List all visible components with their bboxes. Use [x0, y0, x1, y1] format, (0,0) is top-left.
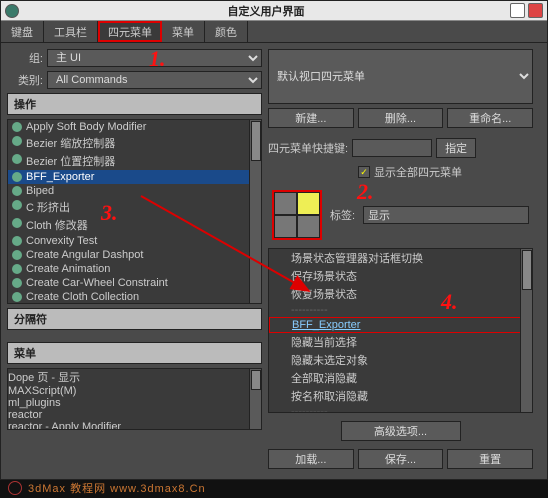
- actions-list[interactable]: Apply Soft Body Modifier Bezier 缩放控制器 Be…: [7, 119, 262, 304]
- rename-button[interactable]: 重命名...: [447, 108, 533, 128]
- tree-item[interactable]: 全部取消隐藏: [269, 369, 532, 387]
- menu-header: 菜单: [7, 342, 262, 364]
- list-item[interactable]: C 形挤出: [8, 198, 261, 216]
- list-item[interactable]: Biped: [8, 184, 261, 198]
- separator-header: 分隔符: [7, 308, 262, 330]
- list-item[interactable]: Create Car-Wheel Constraint: [8, 276, 261, 290]
- scrollbar[interactable]: [520, 249, 532, 412]
- menu-list[interactable]: Dope 页 - 显示 MAXScript(M) ml_plugins reac…: [7, 368, 262, 430]
- tab-bar: 键盘 工具栏 四元菜单 菜单 颜色: [1, 21, 547, 43]
- hotkey-label: 四元菜单快捷键:: [268, 140, 348, 156]
- tab-keyboard[interactable]: 键盘: [1, 21, 44, 42]
- list-item[interactable]: Convexity Test: [8, 234, 261, 248]
- list-item[interactable]: Create Cloth Collection: [8, 290, 261, 304]
- tree-item[interactable]: 隐藏未选定对象: [269, 351, 532, 369]
- tab-toolbar[interactable]: 工具栏: [44, 21, 98, 42]
- tree-item[interactable]: 保存场景状态: [269, 267, 532, 285]
- quad-tl[interactable]: [274, 192, 297, 215]
- group-label: 组:: [7, 50, 43, 66]
- tab-menu[interactable]: 菜单: [162, 21, 205, 42]
- tag-input[interactable]: [363, 206, 529, 224]
- tree-item[interactable]: 按名称取消隐藏: [269, 387, 532, 405]
- scrollbar[interactable]: [249, 369, 261, 429]
- list-item-selected[interactable]: BFF_Exporter: [8, 170, 261, 184]
- list-item[interactable]: Apply Soft Body Modifier: [8, 120, 261, 134]
- list-item[interactable]: reactor - Apply Modifier: [8, 421, 261, 430]
- close-button[interactable]: [528, 3, 543, 18]
- quad-bl[interactable]: [274, 215, 297, 238]
- category-select[interactable]: All Commands: [47, 71, 262, 89]
- hotkey-input[interactable]: [352, 139, 432, 157]
- new-button[interactable]: 新建...: [268, 108, 354, 128]
- list-item[interactable]: Create Animation: [8, 262, 261, 276]
- footer: 3dMax 教程网 www.3dmax8.Cn: [0, 478, 548, 498]
- list-item[interactable]: Cloth 修改器: [8, 216, 261, 234]
- minimize-button[interactable]: [510, 3, 525, 18]
- tree-item[interactable]: 场景状态管理器对话框切换: [269, 249, 532, 267]
- show-all-label: 显示全部四元菜单: [374, 164, 462, 180]
- delete-button[interactable]: 删除...: [358, 108, 444, 128]
- assign-button[interactable]: 指定: [436, 138, 476, 158]
- actions-header: 操作: [7, 93, 262, 115]
- show-all-checkbox[interactable]: ✓: [358, 166, 370, 178]
- quad-br[interactable]: [297, 215, 320, 238]
- list-item[interactable]: MAXScript(M): [8, 385, 261, 397]
- window-title: 自定义用户界面: [25, 3, 507, 19]
- load-button[interactable]: 加载...: [268, 449, 354, 469]
- tree-item[interactable]: 隐藏当前选择: [269, 333, 532, 351]
- tree-item-selected[interactable]: BFF_Exporter: [269, 317, 532, 333]
- quad-selector[interactable]: [272, 190, 322, 240]
- reset-button[interactable]: 重置: [447, 449, 533, 469]
- app-icon: [5, 4, 19, 18]
- tag-label: 标签:: [330, 207, 355, 223]
- footer-text: 3dMax 教程网 www.3dmax8.Cn: [28, 480, 206, 496]
- list-item[interactable]: Bezier 位置控制器: [8, 152, 261, 170]
- tab-colors[interactable]: 颜色: [205, 21, 248, 42]
- tree-separator: ----------: [269, 405, 532, 413]
- save-button[interactable]: 保存...: [358, 449, 444, 469]
- list-item[interactable]: reactor: [8, 409, 261, 421]
- quad-menu-select[interactable]: 默认视口四元菜单: [268, 49, 533, 104]
- quad-tr[interactable]: [297, 192, 320, 215]
- advanced-button[interactable]: 高级选项...: [341, 421, 461, 441]
- tree-item[interactable]: 恢复场景状态: [269, 285, 532, 303]
- list-item[interactable]: ml_plugins: [8, 397, 261, 409]
- list-item[interactable]: Bezier 缩放控制器: [8, 134, 261, 152]
- list-item[interactable]: Create Angular Dashpot: [8, 248, 261, 262]
- titlebar: 自定义用户界面: [1, 1, 547, 21]
- quad-items-tree[interactable]: 场景状态管理器对话框切换 保存场景状态 恢复场景状态 ---------- BF…: [268, 248, 533, 413]
- scrollbar[interactable]: [249, 120, 261, 303]
- tab-quadmenu[interactable]: 四元菜单: [98, 21, 162, 42]
- category-label: 类别:: [7, 72, 43, 88]
- list-item[interactable]: Dope 页 - 显示: [8, 369, 261, 385]
- tree-separator: ----------: [269, 303, 532, 317]
- footer-logo-icon: [8, 481, 22, 495]
- group-select[interactable]: 主 UI: [47, 49, 262, 67]
